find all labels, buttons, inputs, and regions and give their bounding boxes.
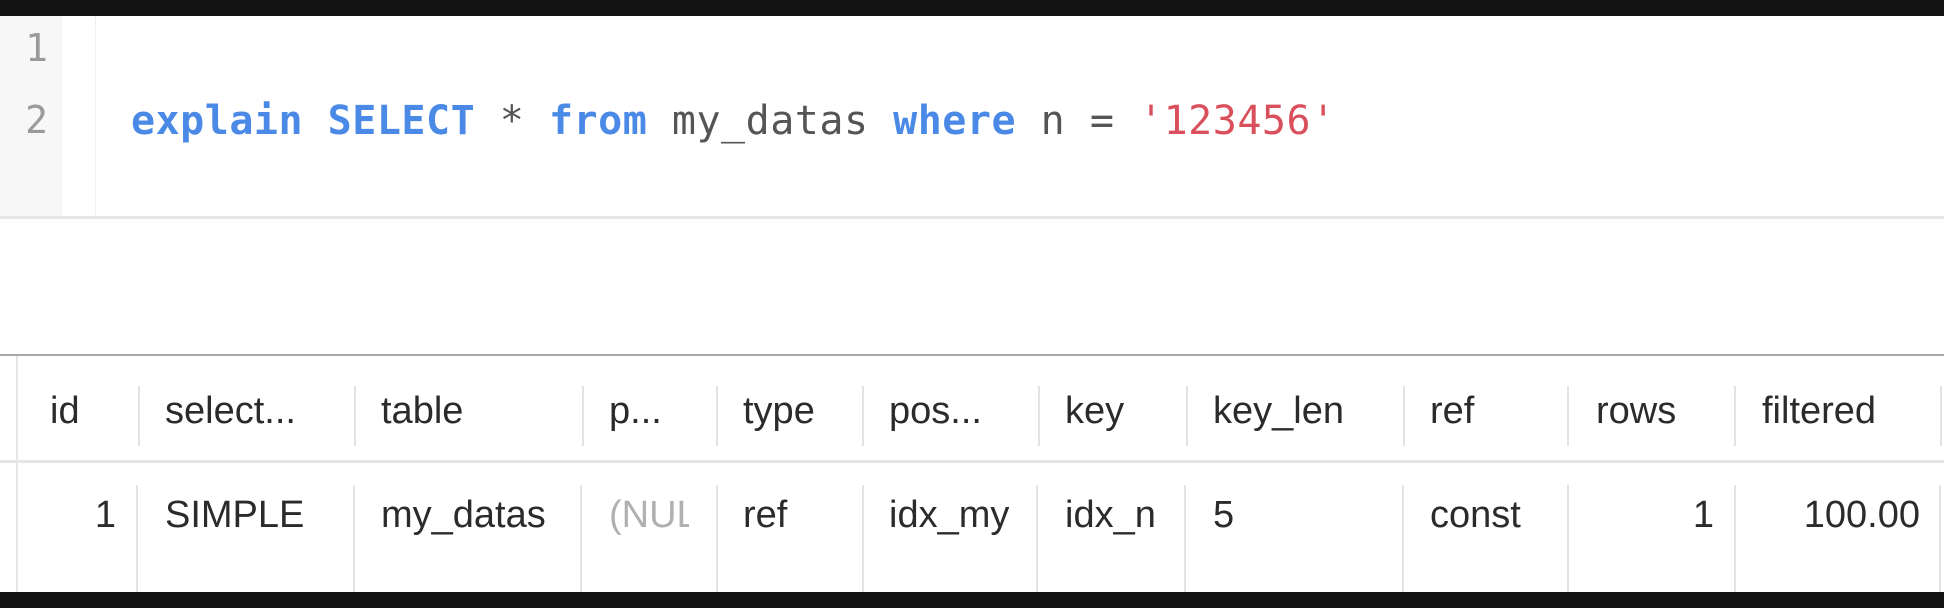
- cell-divider: [862, 485, 864, 594]
- sql-editor[interactable]: 1 2 explain SELECT * from my_datas where…: [0, 16, 1944, 216]
- cell-divider: [580, 485, 582, 594]
- window-top-bar: [0, 0, 1944, 16]
- column-header-select-type[interactable]: select...: [165, 386, 355, 436]
- column-header-id[interactable]: id: [50, 386, 130, 436]
- column-resize-handle[interactable]: [1186, 386, 1188, 446]
- cell-table[interactable]: my_datas: [381, 487, 561, 543]
- column-resize-handle[interactable]: [354, 386, 356, 446]
- line-number: 2: [25, 98, 48, 142]
- cell-divider: [1939, 485, 1941, 594]
- column-resize-handle[interactable]: [1038, 386, 1040, 446]
- result-spacer: [0, 219, 1944, 354]
- window-bottom-bar: [0, 592, 1944, 608]
- keyword-explain: explain: [131, 98, 304, 144]
- cell-id[interactable]: 1: [30, 487, 116, 543]
- column-resize-handle[interactable]: [716, 386, 718, 446]
- string-literal: '123456': [1139, 98, 1336, 144]
- cell-ref[interactable]: const: [1430, 487, 1560, 543]
- asterisk: *: [499, 98, 525, 144]
- column-resize-handle[interactable]: [1403, 386, 1405, 446]
- keyword-from: from: [548, 98, 648, 144]
- column-header-type[interactable]: type: [743, 386, 858, 436]
- column-header-possible-keys[interactable]: pos...: [889, 386, 1029, 436]
- keyword-where: where: [893, 98, 1017, 144]
- cell-divider: [1184, 485, 1186, 594]
- cell-rows[interactable]: 1: [1590, 487, 1714, 543]
- cell-divider: [353, 485, 355, 594]
- column-header-filtered[interactable]: filtered: [1762, 386, 1932, 436]
- cell-divider: [716, 485, 718, 594]
- results-grid[interactable]: id select... table p... type pos... key …: [0, 354, 1944, 594]
- column-resize-handle[interactable]: [138, 386, 140, 446]
- line-number-gutter: 1 2: [0, 16, 62, 216]
- cell-divider: [1567, 485, 1569, 594]
- column-resize-handle[interactable]: [1567, 386, 1569, 446]
- equals-operator: =: [1089, 98, 1115, 144]
- line-number: 1: [25, 26, 48, 70]
- column-header-key[interactable]: key: [1065, 386, 1175, 436]
- column-resize-handle[interactable]: [582, 386, 584, 446]
- cell-possible-keys[interactable]: idx_my: [889, 487, 1016, 543]
- cell-filtered[interactable]: 100.00: [1740, 487, 1920, 543]
- column-header-rows[interactable]: rows: [1596, 386, 1716, 436]
- table-row[interactable]: 1 SIMPLE my_datas (NULL) ref idx_my idx_…: [0, 463, 1944, 594]
- column-header-ref[interactable]: ref: [1430, 386, 1550, 436]
- grid-header-row: id select... table p... type pos... key …: [0, 356, 1944, 463]
- indent-guide: [95, 16, 96, 216]
- cell-divider: [1734, 485, 1736, 594]
- cell-partitions[interactable]: (NULL): [609, 487, 689, 543]
- column-header-table[interactable]: table: [381, 386, 581, 436]
- column-header-partitions[interactable]: p...: [609, 386, 709, 436]
- cell-divider: [136, 485, 138, 594]
- cell-select-type[interactable]: SIMPLE: [165, 487, 345, 543]
- table-identifier: my_datas: [671, 98, 869, 144]
- column-identifier: n: [1040, 98, 1066, 144]
- cell-key-len[interactable]: 5: [1213, 487, 1393, 543]
- column-resize-handle[interactable]: [1734, 386, 1736, 446]
- cell-key[interactable]: idx_n: [1065, 487, 1166, 543]
- column-resize-handle[interactable]: [862, 386, 864, 446]
- cell-divider: [1036, 485, 1038, 594]
- column-resize-handle[interactable]: [1940, 386, 1942, 446]
- keyword-select: SELECT: [327, 98, 476, 144]
- column-header-key-len[interactable]: key_len: [1213, 386, 1393, 436]
- code-line-2[interactable]: explain SELECT * from my_datas where n =…: [131, 98, 1336, 144]
- cell-divider: [1402, 485, 1404, 594]
- cell-type[interactable]: ref: [743, 487, 853, 543]
